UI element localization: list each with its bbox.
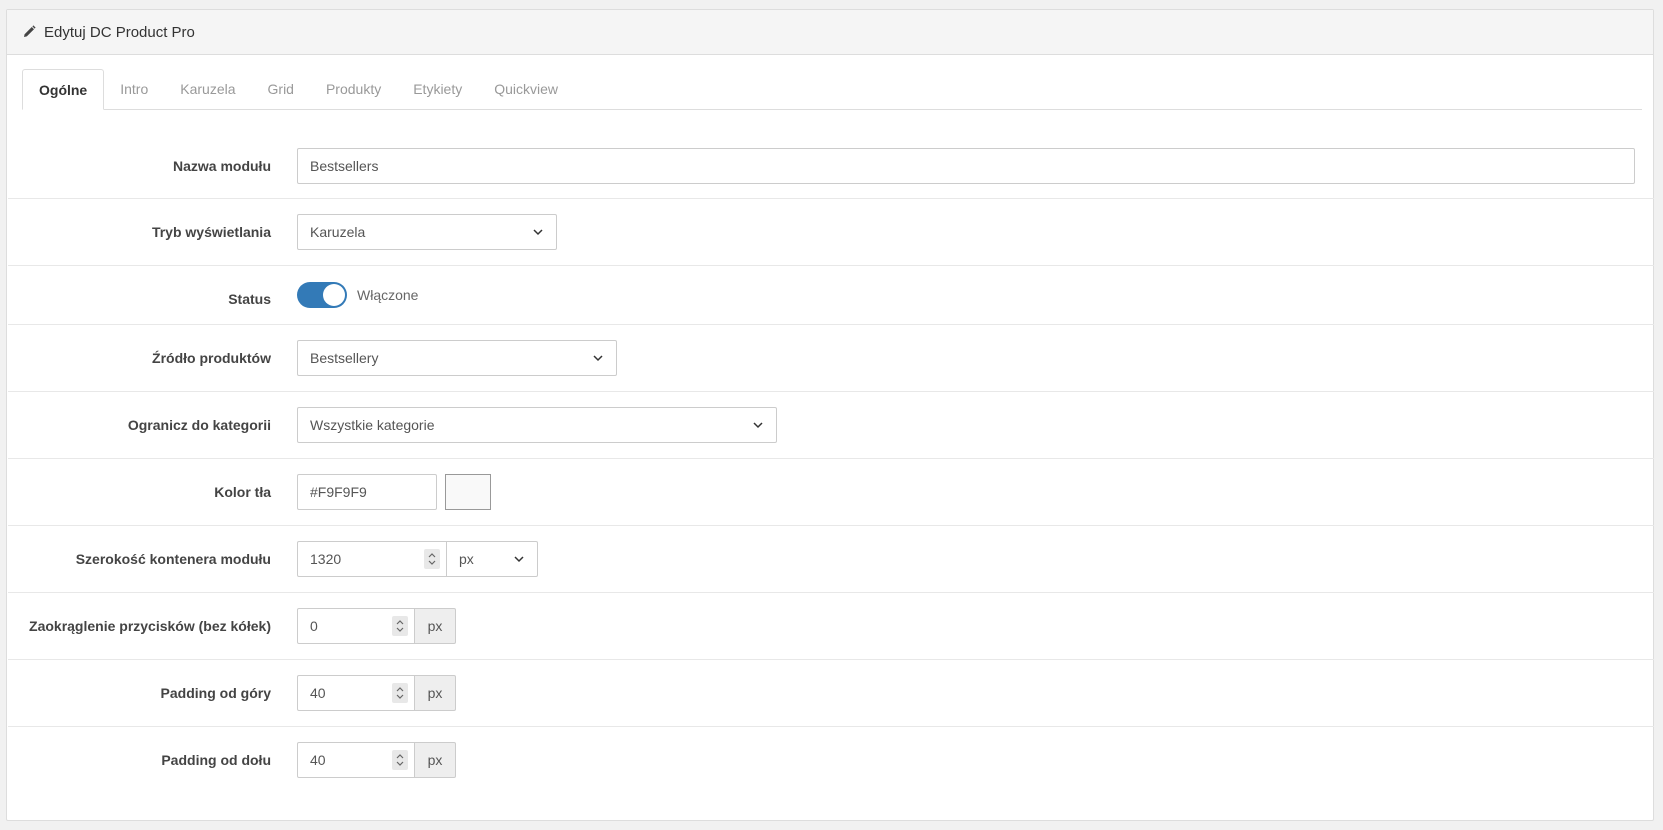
product-source-label: Źródło produktów (152, 350, 271, 366)
module-name-input[interactable]: Bestsellers (297, 148, 1635, 184)
chevron-down-icon (592, 352, 604, 364)
padding-top-input[interactable]: 40 (297, 675, 415, 711)
spinner-icon[interactable] (392, 616, 408, 636)
panel-title: Edytuj DC Product Pro (44, 23, 195, 41)
spinner-icon[interactable] (424, 549, 440, 569)
status-toggle[interactable] (297, 282, 347, 308)
padding-bottom-label: Padding od dołu (161, 752, 271, 768)
toggle-knob (323, 284, 345, 306)
padding-top-label: Padding od góry (160, 685, 271, 701)
padding-bottom-value: 40 (310, 752, 326, 768)
module-name-label: Nazwa modułu (172, 158, 271, 174)
chevron-down-icon (752, 419, 764, 431)
form-row-padding-top: Padding od góry 40 px (8, 659, 1654, 726)
button-radius-input[interactable]: 0 (297, 608, 415, 644)
padding-bottom-input[interactable]: 40 (297, 742, 415, 778)
button-radius-label: Zaokrąglenie przycisków (bez kółek) (29, 618, 271, 634)
display-mode-select[interactable]: Karuzela (297, 214, 557, 250)
form-row-bg-color: Kolor tła #F9F9F9 (8, 458, 1654, 525)
tab-products[interactable]: Produkty (310, 69, 397, 110)
pencil-icon (22, 25, 36, 39)
spinner-icon[interactable] (392, 750, 408, 770)
category-limit-value: Wszystkie kategorie (310, 417, 435, 433)
tab-general[interactable]: Ogólne (22, 69, 105, 110)
bg-color-input[interactable]: #F9F9F9 (297, 474, 437, 510)
tab-carousel[interactable]: Karuzela (164, 69, 251, 110)
form-row-module-name: Nazwa modułu Bestsellers (8, 134, 1654, 198)
padding-bottom-unit: px (415, 742, 456, 778)
status-value: Włączone (357, 287, 419, 303)
container-width-label: Szerokość kontenera modułu (75, 551, 271, 567)
container-width-input[interactable]: 1320 (297, 541, 447, 577)
display-mode-label: Tryb wyświetlania (151, 224, 271, 240)
tab-quickview[interactable]: Quickview (478, 69, 574, 110)
container-width-unit-select[interactable]: px (447, 541, 538, 577)
tab-labels[interactable]: Etykiety (397, 69, 478, 110)
padding-top-value: 40 (310, 685, 326, 701)
product-source-value: Bestsellery (310, 350, 379, 366)
status-label: Status (228, 291, 271, 307)
chevron-down-icon (513, 553, 525, 565)
form-row-button-radius: Zaokrąglenie przycisków (bez kółek) 0 px (8, 592, 1654, 659)
panel-heading: Edytuj DC Product Pro (7, 10, 1653, 55)
padding-top-unit: px (415, 675, 456, 711)
tab-bar: Ogólne Intro Karuzela Grid Produkty Etyk… (22, 69, 1642, 110)
chevron-down-icon (532, 226, 544, 238)
display-mode-value: Karuzela (310, 224, 366, 240)
form-row-container-width: Szerokość kontenera modułu 1320 px (8, 525, 1654, 592)
bg-color-label: Kolor tła (214, 484, 271, 500)
form-row-padding-bottom: Padding od dołu 40 px (8, 726, 1654, 793)
form-row-product-source: Źródło produktów Bestsellery (8, 324, 1654, 391)
form-row-status: Status Włączone (8, 265, 1654, 324)
tab-intro[interactable]: Intro (104, 69, 164, 110)
spinner-icon[interactable] (392, 683, 408, 703)
product-source-select[interactable]: Bestsellery (297, 340, 617, 376)
container-width-unit: px (459, 551, 474, 567)
category-limit-select[interactable]: Wszystkie kategorie (297, 407, 777, 443)
tab-grid[interactable]: Grid (252, 69, 310, 110)
color-swatch[interactable] (445, 474, 491, 510)
form-row-category-limit: Ogranicz do kategorii Wszystkie kategori… (8, 391, 1654, 458)
button-radius-value: 0 (310, 618, 318, 634)
form-row-display-mode: Tryb wyświetlania Karuzela (8, 198, 1654, 265)
container-width-value: 1320 (310, 551, 342, 567)
edit-module-panel: Edytuj DC Product Pro Ogólne Intro Karuz… (6, 9, 1654, 821)
button-radius-unit: px (415, 608, 456, 644)
category-limit-label: Ogranicz do kategorii (127, 417, 271, 433)
